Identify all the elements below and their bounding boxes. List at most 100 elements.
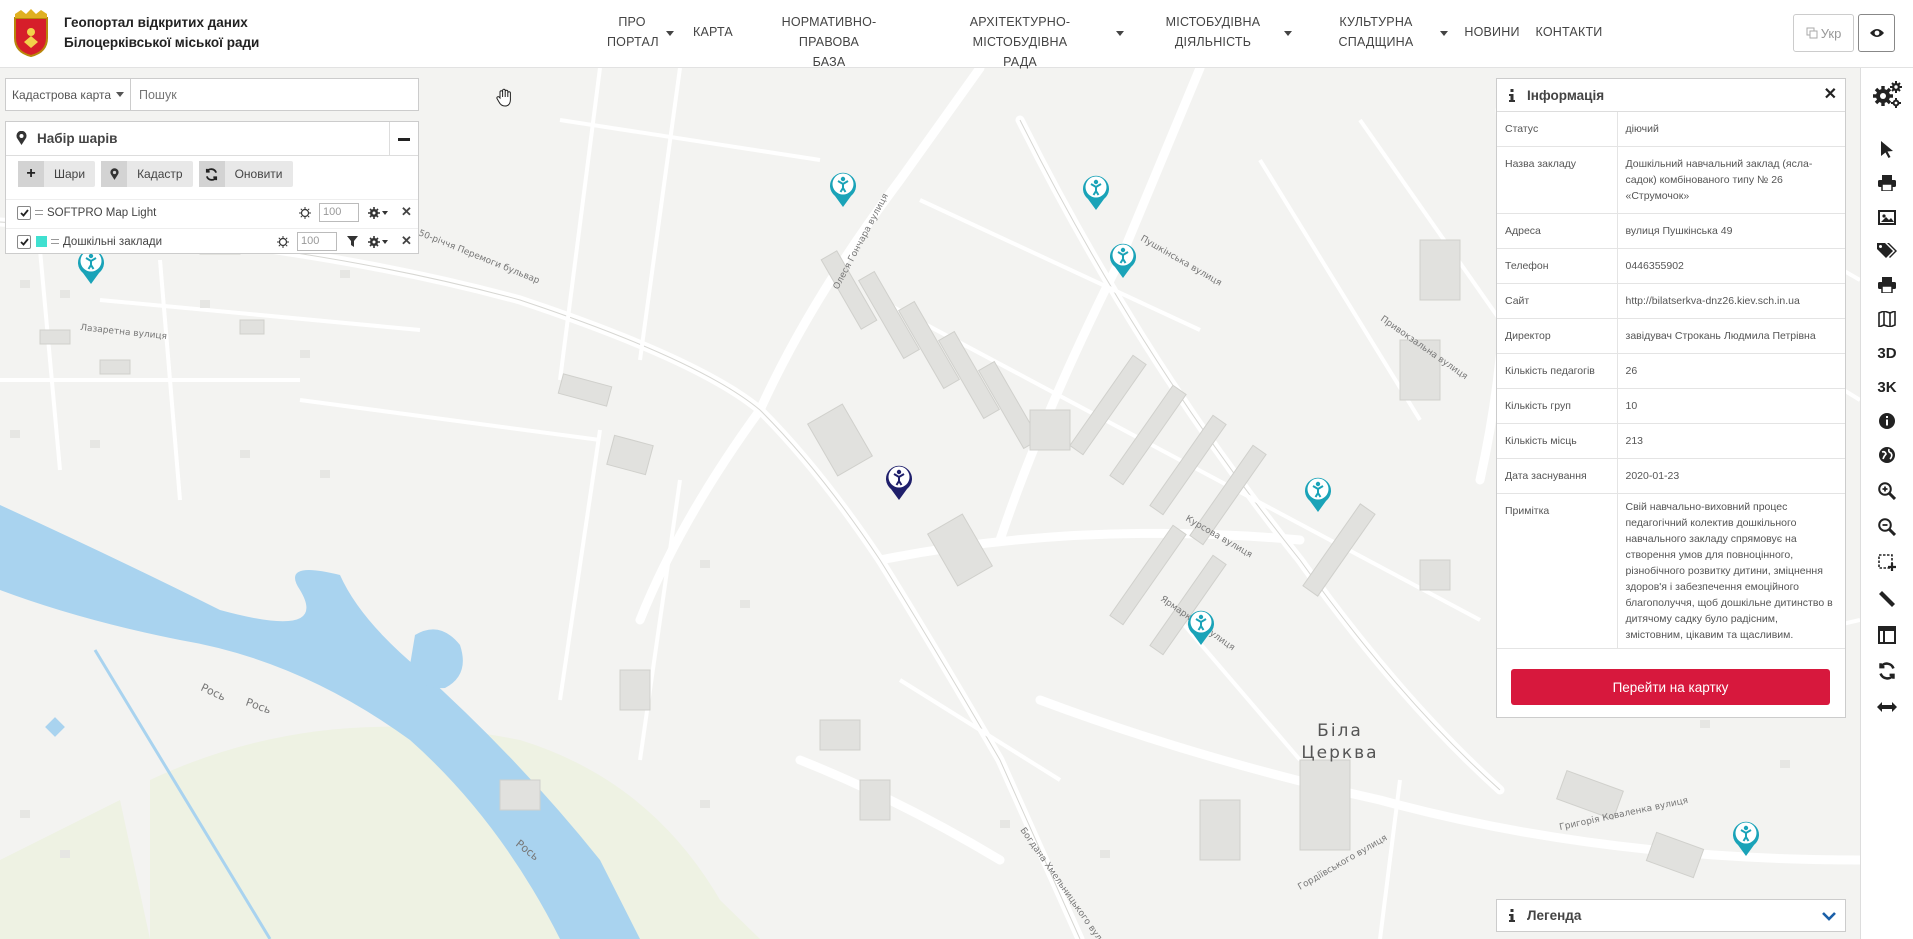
selected-kindergarten-marker[interactable] [884, 463, 914, 501]
kindergarten-marker[interactable] [1303, 475, 1333, 513]
reload-map-button[interactable] [1871, 658, 1903, 684]
minus-icon [398, 137, 410, 141]
chevron-down-icon[interactable] [666, 31, 674, 36]
kindergarten-marker[interactable] [1186, 608, 1216, 646]
add-layers-button[interactable]: + Шари [18, 161, 96, 187]
attribute-key: Кількість педагогів [1497, 353, 1618, 389]
attribute-value: вулиця Пушкінська 49 [1617, 213, 1845, 249]
select-pointer-button[interactable] [1871, 136, 1903, 162]
kindergarten-marker[interactable] [1731, 819, 1761, 857]
nav-architecture-council[interactable]: АРХІТЕКТУРНО-МІСТОБУДІВНА РАДА [928, 12, 1112, 72]
map-pin-icon [16, 131, 27, 145]
cadastre-button[interactable]: Кадастр [101, 161, 193, 187]
basemap-button[interactable] [1871, 306, 1903, 332]
refresh-button[interactable]: Оновити [198, 161, 293, 187]
remove-layer-close-icon[interactable]: ✕ [401, 204, 412, 220]
nav-label: КУЛЬТУРНА [1339, 15, 1413, 29]
add-layers-label: Шари [54, 167, 86, 181]
info-panel-title: Інформація [1527, 87, 1605, 103]
refresh-label: Оновити [234, 167, 283, 181]
zoom-box-button[interactable] [1871, 550, 1903, 576]
site-title[interactable]: Геопортал відкритих даних Білоцерківсько… [64, 13, 259, 53]
attribute-value: Дошкільний навчальний заклад (ясла-садок… [1617, 146, 1845, 214]
brightness-icon [277, 236, 289, 248]
drag-handle-icon[interactable] [51, 239, 59, 244]
info-attributes-table: Статус діючий Назва закладу Дошкільний нав… [1497, 112, 1845, 649]
layer-opacity-input[interactable]: 100 [297, 232, 337, 251]
layers-toolbar: + Шари Кадастр Оновити [18, 161, 293, 187]
drag-handle-icon[interactable] [35, 210, 43, 215]
expand-width-button[interactable] [1871, 694, 1903, 720]
layer-opacity-input[interactable]: 100 [319, 203, 359, 222]
chevron-down-icon[interactable] [1116, 31, 1124, 36]
attribute-value: Свій навчально-виховний процес педагогіч… [1617, 493, 1845, 649]
map-type-select[interactable]: Кадастрова карта [6, 79, 131, 110]
refresh-icon [198, 161, 225, 187]
table-row: Адреса вулиця Пушкінська 49 [1497, 213, 1845, 249]
print-icon [1878, 277, 1896, 293]
remove-layer-close-icon[interactable]: ✕ [401, 233, 412, 249]
image-icon [1878, 209, 1896, 225]
info-icon [1509, 88, 1515, 102]
search-input[interactable] [131, 79, 418, 110]
kindergarten-marker[interactable] [828, 170, 858, 208]
3d-mode-button[interactable]: 3D [1871, 340, 1903, 366]
legend-panel[interactable]: Легенда [1496, 899, 1846, 932]
print-map-button[interactable] [1871, 272, 1903, 298]
info-icon [1509, 909, 1515, 922]
nav-label: АРХІТЕКТУРНО-МІСТОБУДІВНА [969, 15, 1071, 49]
brightness-icon [299, 207, 311, 219]
globe-icon [1879, 447, 1895, 463]
accessibility-eye-button[interactable] [1858, 14, 1895, 52]
attribute-key: Статус [1497, 112, 1618, 147]
nav-legal-base[interactable]: НОРМАТИВНО-ПРАВОВА БАЗА [754, 12, 904, 72]
nav-urban-planning[interactable]: МІСТОБУДІВНА ДІЯЛЬНІСТЬ [1160, 12, 1266, 52]
globe-button[interactable] [1871, 442, 1903, 468]
pan-hand-icon [496, 88, 511, 107]
collapse-button[interactable] [389, 122, 418, 156]
attribute-value-link[interactable]: http://bilatserkva-dnz26.kiev.sch.in.ua [1617, 283, 1845, 319]
settings-gears-button[interactable] [1871, 78, 1903, 110]
nav-label: КОНТАКТИ [1535, 25, 1603, 39]
layer-settings-gear-icon[interactable] [368, 236, 388, 248]
swipe-compare-button[interactable] [1871, 622, 1903, 648]
language-switch-button[interactable]: Укр [1793, 14, 1854, 52]
attribute-key: Сайт [1497, 283, 1618, 319]
layer-visibility-checkbox[interactable] [17, 205, 31, 220]
nav-about-portal[interactable]: ПРО ПОРТАЛ [607, 12, 659, 52]
tags-button[interactable] [1871, 238, 1903, 264]
nav-label: МІСТОБУДІВНА [1165, 15, 1261, 29]
chevron-down-icon[interactable] [1284, 31, 1292, 36]
city-coat-of-arms-logo[interactable] [10, 8, 52, 58]
gears-icon [1873, 81, 1902, 108]
chevron-down-icon[interactable] [1440, 31, 1448, 36]
close-icon[interactable]: ✕ [1824, 87, 1837, 103]
filter-icon[interactable] [347, 236, 358, 247]
zoom-out-button[interactable] [1871, 514, 1903, 540]
chevron-down-icon[interactable] [1821, 908, 1837, 924]
nav-label: СПАДЩИНА [1338, 35, 1414, 49]
attribute-key: Директор [1497, 318, 1618, 354]
table-row: Статус діючий [1497, 112, 1845, 147]
measure-button[interactable] [1871, 586, 1903, 612]
layer-settings-gear-icon[interactable] [368, 207, 388, 219]
zoom-in-button[interactable] [1871, 478, 1903, 504]
nav-contacts[interactable]: КОНТАКТИ [1534, 22, 1604, 42]
city-label: Біла Церква [1295, 720, 1385, 764]
layer-row: Дошкільні заклади 100 ✕ [6, 228, 418, 254]
nav-cultural-heritage[interactable]: КУЛЬТУРНА СПАДЩИНА [1332, 12, 1420, 52]
screenshot-button[interactable] [1871, 204, 1903, 230]
print-icon [1878, 175, 1896, 191]
nav-map[interactable]: КАРТА [692, 22, 734, 42]
nav-news[interactable]: НОВИНИ [1462, 22, 1522, 42]
kindergarten-marker[interactable] [1108, 241, 1138, 279]
3k-mode-button[interactable]: 3K [1871, 374, 1903, 400]
pointer-icon [1881, 141, 1893, 158]
layer-visibility-checkbox[interactable] [17, 234, 31, 249]
kindergarten-marker[interactable] [1081, 173, 1111, 211]
attribute-value: діючий [1617, 112, 1845, 147]
top-navbar: Геопортал відкритих даних Білоцерківсько… [0, 0, 1913, 69]
print-button[interactable] [1871, 170, 1903, 196]
go-to-card-button[interactable]: Перейти на картку [1511, 669, 1830, 705]
feature-info-button[interactable] [1871, 408, 1903, 434]
